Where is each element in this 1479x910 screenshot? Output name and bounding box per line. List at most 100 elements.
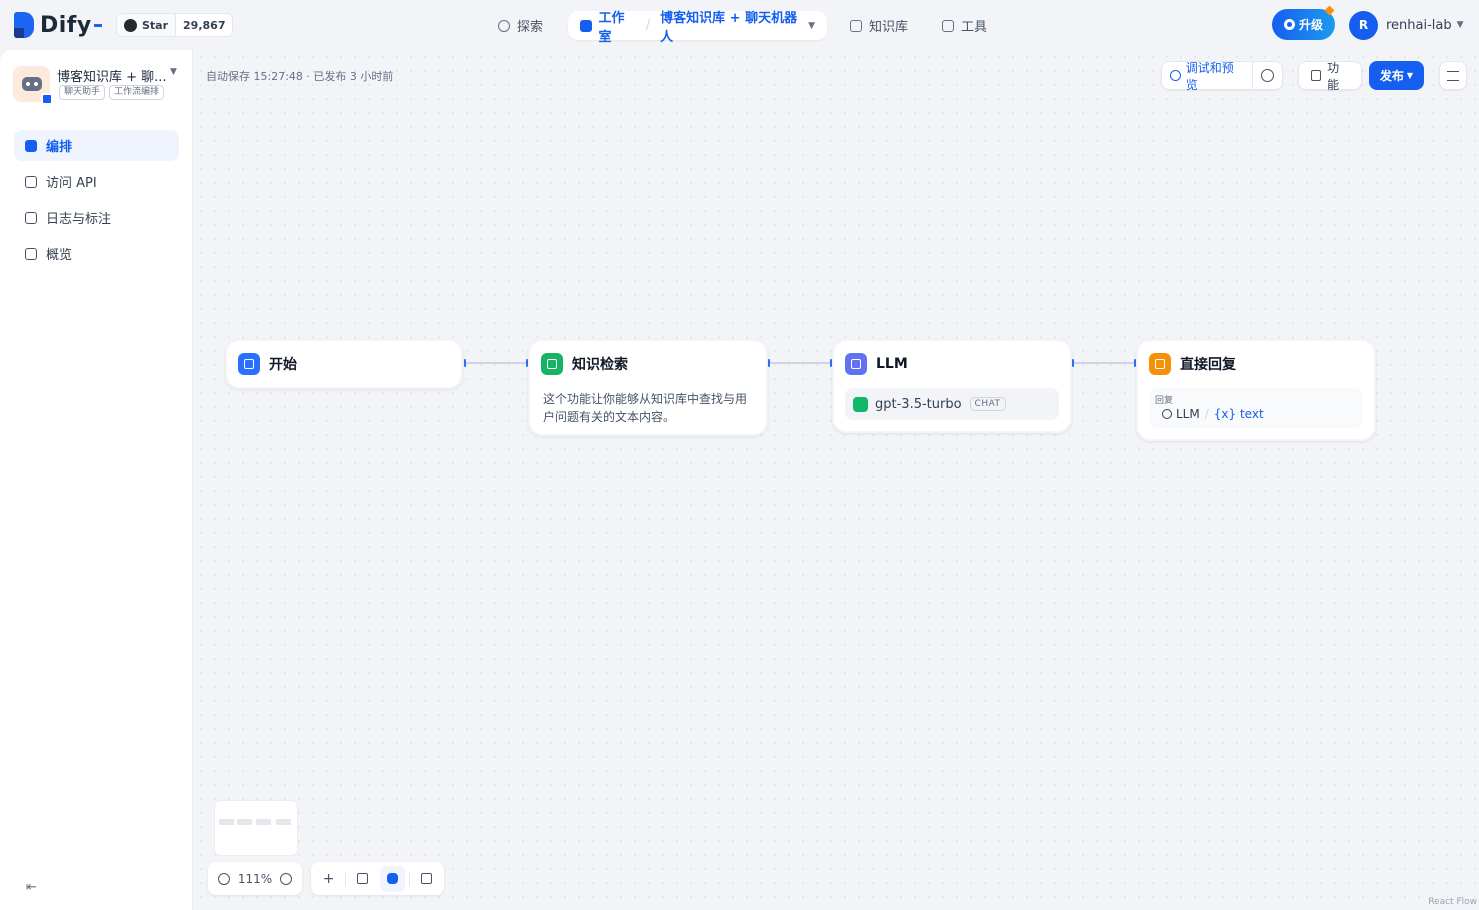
features-button[interactable]: 功能 [1298,60,1362,92]
node-start[interactable]: 开始 [225,339,463,389]
chart-icon [25,247,37,260]
user-menu[interactable]: R renhai-lab ▼ [1349,10,1464,40]
dify-logo[interactable]: Dify [14,10,102,40]
nav-knowledge-label: 知识库 [869,20,909,35]
openai-icon [853,396,868,412]
debug-preview-button[interactable]: 调试和预览 [1162,61,1252,92]
publish-label: 发布 [1379,69,1404,83]
checklist-icon [1447,70,1459,81]
collapse-sidebar-icon[interactable]: ⇤ [26,881,40,894]
star-count: 29,867 [183,18,226,32]
chevron-down-icon: ▼ [1456,20,1464,30]
checklist-button[interactable] [1439,61,1467,90]
add-node-button[interactable]: + [316,866,341,892]
nav-explore-label: 探索 [517,20,544,35]
zoom-out-icon[interactable] [218,872,230,885]
nav-knowledge[interactable]: 知识库 [850,11,908,40]
source-handle[interactable] [1072,359,1074,367]
reply-label: 回复 [1155,396,1174,406]
model-name: gpt-3.5-turbo [875,396,962,412]
nav-tools[interactable]: 工具 [942,11,987,40]
upgrade-label: 升级 [1298,18,1323,32]
sidebar: 博客知识库 + 聊... ▼ 聊天助手 工作流编排 编排 访问 API 日志与标… [0,50,193,910]
zoom-level[interactable]: 111% [238,872,272,886]
node-title: 开始 [269,357,297,373]
sparkle-icon [1324,5,1335,16]
sidebar-item-overview[interactable]: 概览 [14,238,179,269]
current-app-selector[interactable]: 博客知识库 + 聊天机器人 [660,7,803,45]
sidebar-menu: 编排 访问 API 日志与标注 概览 [14,130,179,274]
nav-tools-label: 工具 [961,20,988,35]
node-title: 知识检索 [572,357,628,373]
reply-box: 回复 LLM / {x} text [1149,388,1363,428]
github-star-button[interactable]: Star 29,867 [116,13,234,37]
autosave-status: 自动保存 15:27:48 · 已发布 3 小时前 [206,70,394,83]
app-header[interactable]: 博客知识库 + 聊... ▼ 聊天助手 工作流编排 [13,65,183,105]
node-title: LLM [876,356,908,372]
home-icon [238,353,260,375]
app-robot-icon [13,66,53,105]
minimap[interactable] [214,800,298,856]
source-handle[interactable] [464,359,466,367]
sidebar-item-orchestrate[interactable]: 编排 [14,130,179,161]
history-icon [1261,69,1274,82]
nav-studio[interactable]: 工作室 / 博客知识库 + 聊天机器人 ▼ [568,11,827,45]
hand-tool-button[interactable] [379,865,405,892]
play-icon [1170,70,1181,81]
book-icon [850,19,862,32]
logo-text: Dify [40,12,92,38]
app-name: 博客知识库 + 聊... [57,70,167,85]
tools-divider [345,871,347,886]
source-handle[interactable] [768,359,770,367]
github-icon [124,18,137,32]
ref-variable: {x} text [1213,407,1264,421]
ref-separator: / [1204,407,1209,421]
ref-node-name: LLM [1176,407,1200,421]
edge-retrieval-llm[interactable] [770,362,831,364]
node-description: 这个功能让你能够从知识库中查找与用户问题有关的文本内容。 [543,392,748,424]
app-type-badge-icon [41,93,53,105]
avatar: R [1349,10,1378,40]
sidebar-item-api[interactable]: 访问 API [14,166,179,197]
chevron-down-icon[interactable]: ▼ [170,67,177,77]
features-label: 功能 [1327,60,1340,92]
model-mode-tag: CHAT [969,397,1006,411]
upgrade-button[interactable]: 升级 [1272,5,1335,40]
react-flow-attribution[interactable]: React Flow [1428,897,1477,907]
sidebar-item-logs[interactable]: 日志与标注 [14,202,179,233]
sidebar-item-label: 访问 API [46,176,97,191]
llm-icon [1162,409,1172,419]
top-bar: Dify Star 29,867 探索 工作室 / 博客知识库 + 聊天机器人 … [0,0,1479,50]
edge-start-retrieval[interactable] [465,362,527,364]
edge-llm-answer[interactable] [1074,362,1135,364]
node-llm[interactable]: LLM gpt-3.5-turbo CHAT [832,339,1072,433]
zoom-in-icon[interactable] [280,872,292,885]
llm-icon [845,353,867,375]
sidebar-item-label: 概览 [46,248,73,263]
node-answer[interactable]: 直接回复 回复 LLM / {x} text [1136,339,1376,441]
upgrade-icon [1283,19,1295,30]
publish-button[interactable]: 发布 ▼ [1369,61,1424,90]
toolbox-icon [942,19,954,32]
run-history-button[interactable] [1252,62,1282,89]
organize-blocks-button[interactable] [414,866,439,892]
variable-reference: LLM / {x} text [1162,407,1264,421]
terminal-icon [25,175,37,188]
message-icon [1149,353,1171,375]
pointer-tool-button[interactable] [350,866,375,892]
canvas-tools: + [311,862,444,895]
log-icon [25,211,37,224]
node-knowledge-retrieval[interactable]: 知识检索 这个功能让你能够从知识库中查找与用户问题有关的文本内容。 [528,339,768,436]
nav-explore[interactable]: 探索 [498,11,543,40]
workflow-canvas[interactable]: 自动保存 15:27:48 · 已发布 3 小时前 调试和预览 功能 发布 ▼ … [194,50,1479,910]
compass-icon [498,19,510,32]
pointer-icon [357,873,369,884]
layout-icon [420,873,432,884]
logo-underscore [93,23,102,27]
app-workflow-tag: 工作流编排 [109,85,165,100]
hand-icon [386,873,398,884]
debug-toolbar: 调试和预览 [1161,61,1283,92]
app-mode-tag: 聊天助手 [59,85,106,100]
sidebar-item-label: 编排 [46,140,73,155]
node-title: 直接回复 [1180,357,1236,373]
